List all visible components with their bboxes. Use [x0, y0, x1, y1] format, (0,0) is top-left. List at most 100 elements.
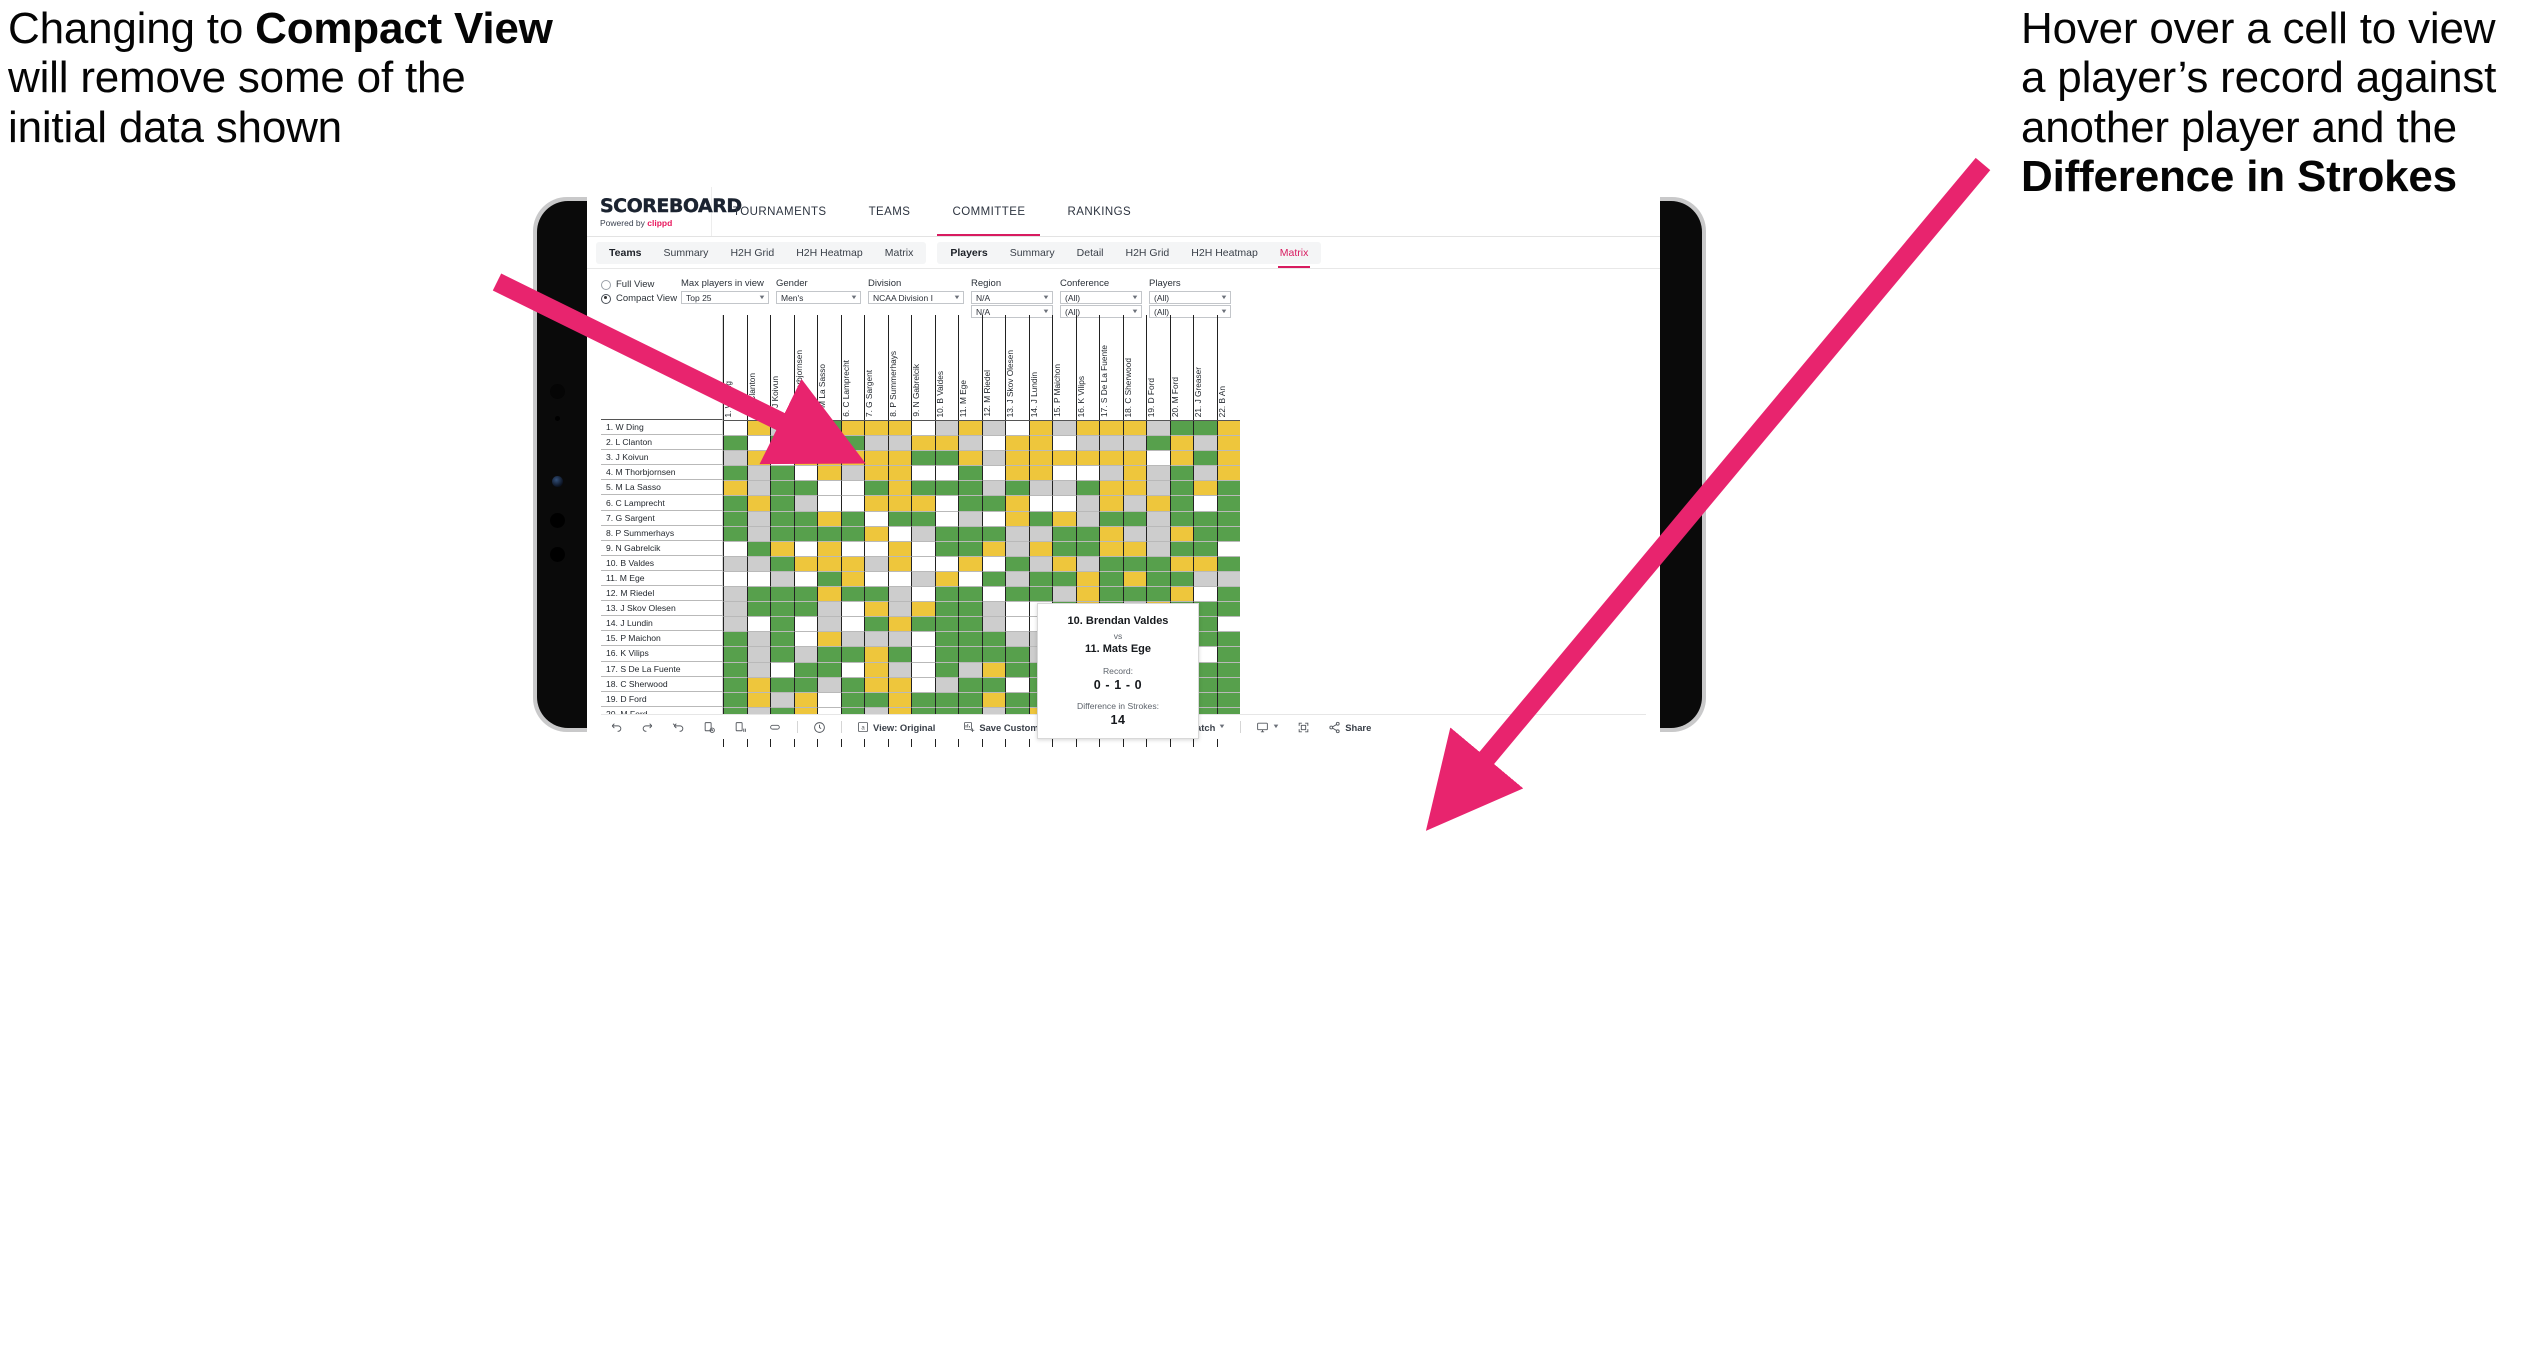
matrix-cell[interactable]: [981, 466, 1005, 482]
matrix-cell[interactable]: [887, 526, 911, 542]
matrix-cell[interactable]: [1052, 466, 1076, 482]
matrix-column-header[interactable]: 16. K Vilips: [1075, 315, 1100, 420]
matrix-cell[interactable]: [793, 451, 817, 467]
matrix-cell[interactable]: [1169, 451, 1193, 467]
matrix-cell[interactable]: [793, 541, 817, 557]
matrix-cell[interactable]: [1216, 677, 1240, 693]
matrix-cell[interactable]: [981, 541, 1005, 557]
redo-button[interactable]: [632, 715, 663, 739]
matrix-cell[interactable]: [1216, 632, 1240, 648]
matrix-cell[interactable]: [723, 571, 747, 588]
matrix-cell[interactable]: [1216, 647, 1240, 663]
matrix-cell[interactable]: [793, 481, 817, 497]
chevron-down-icon[interactable]: ▼: [1042, 295, 1050, 301]
matrix-cell[interactable]: [1005, 587, 1029, 603]
matrix-cell[interactable]: [1193, 541, 1217, 557]
matrix-cell[interactable]: [981, 662, 1005, 678]
matrix-cell[interactable]: [723, 511, 747, 527]
matrix-cell[interactable]: [864, 526, 888, 542]
matrix-cell[interactable]: [887, 571, 911, 588]
matrix-cell[interactable]: [840, 556, 864, 572]
radio-compact-view[interactable]: Compact View: [601, 293, 681, 304]
matrix-cell[interactable]: [1122, 481, 1146, 497]
matrix-cell[interactable]: [1099, 436, 1123, 452]
matrix-cell[interactable]: [817, 541, 841, 557]
sub-tab-h2h-heatmap[interactable]: H2H Heatmap: [1180, 242, 1269, 264]
matrix-cell[interactable]: [934, 436, 958, 452]
matrix-cell[interactable]: [864, 541, 888, 557]
matrix-cell[interactable]: [1216, 496, 1240, 512]
matrix-cell[interactable]: [770, 481, 794, 497]
matrix-cell[interactable]: [1122, 421, 1146, 437]
matrix-cell[interactable]: [1028, 556, 1052, 572]
matrix-cell[interactable]: [1005, 451, 1029, 467]
matrix-cell[interactable]: [1075, 526, 1099, 542]
matrix-cell[interactable]: [1075, 481, 1099, 497]
matrix-cell[interactable]: [793, 602, 817, 618]
matrix-cell[interactable]: [958, 677, 982, 693]
matrix-cell[interactable]: [770, 511, 794, 527]
matrix-cell[interactable]: [1005, 511, 1029, 527]
matrix-cell[interactable]: [958, 602, 982, 618]
matrix-cell[interactable]: [958, 571, 982, 588]
matrix-cell[interactable]: [793, 556, 817, 572]
matrix-cell[interactable]: [793, 677, 817, 693]
matrix-cell[interactable]: [1216, 526, 1240, 542]
matrix-cell[interactable]: [958, 451, 982, 467]
matrix-cell[interactable]: [934, 496, 958, 512]
matrix-cell[interactable]: [864, 466, 888, 482]
matrix-cell[interactable]: [1028, 587, 1052, 603]
matrix-cell[interactable]: [1099, 466, 1123, 482]
matrix-cell[interactable]: [723, 541, 747, 557]
top-tab-committee[interactable]: COMMITTEE: [931, 187, 1046, 236]
matrix-cell[interactable]: [1075, 421, 1099, 437]
matrix-cell[interactable]: [1169, 481, 1193, 497]
matrix-cell[interactable]: [1146, 481, 1170, 497]
matrix-cell[interactable]: [958, 587, 982, 603]
matrix-cell[interactable]: [911, 451, 935, 467]
matrix-column-header[interactable]: 9. N Gabrelcik: [911, 315, 935, 420]
matrix-cell[interactable]: [770, 587, 794, 603]
matrix-cell[interactable]: [746, 677, 770, 693]
matrix-cell[interactable]: [817, 632, 841, 648]
matrix-cell[interactable]: [1216, 451, 1240, 467]
matrix-cell[interactable]: [958, 511, 982, 527]
matrix-column-header[interactable]: 2. L Clanton: [746, 315, 771, 420]
matrix-cell[interactable]: [1216, 692, 1240, 708]
matrix-cell[interactable]: [864, 662, 888, 678]
sub-tab-matrix[interactable]: Matrix: [874, 242, 925, 264]
matrix-cell[interactable]: [887, 647, 911, 663]
fullscreen-button[interactable]: [1288, 715, 1319, 739]
matrix-cell[interactable]: [1075, 511, 1099, 527]
top-tab-teams[interactable]: TEAMS: [848, 187, 932, 236]
matrix-cell[interactable]: [1169, 526, 1193, 542]
matrix-cell[interactable]: [1099, 451, 1123, 467]
matrix-row-label[interactable]: 3. J Koivun: [601, 450, 723, 466]
matrix-cell[interactable]: [840, 647, 864, 663]
matrix-cell[interactable]: [817, 662, 841, 678]
matrix-row-label[interactable]: 12. M Riedel: [601, 586, 723, 602]
matrix-column-header[interactable]: 1. W Ding: [723, 315, 747, 420]
matrix-cell[interactable]: [1052, 571, 1076, 588]
matrix-column-header[interactable]: 5. M La Sasso: [817, 315, 841, 420]
matrix-cell[interactable]: [958, 496, 982, 512]
matrix-cell[interactable]: [840, 662, 864, 678]
matrix-cell[interactable]: [887, 481, 911, 497]
matrix-cell[interactable]: [1146, 451, 1170, 467]
matrix-cell[interactable]: [723, 587, 747, 603]
sub-tab-players[interactable]: Players: [939, 242, 998, 264]
matrix-cell[interactable]: [958, 481, 982, 497]
matrix-cell[interactable]: [840, 436, 864, 452]
matrix-cell[interactable]: [1169, 466, 1193, 482]
matrix-cell[interactable]: [746, 617, 770, 633]
matrix-cell[interactable]: [911, 421, 935, 437]
matrix-cell[interactable]: [793, 571, 817, 588]
matrix-cell[interactable]: [770, 466, 794, 482]
matrix-cell[interactable]: [746, 571, 770, 588]
matrix-row-label[interactable]: 11. M Ege: [601, 570, 723, 587]
matrix-cell[interactable]: [817, 481, 841, 497]
matrix-cell[interactable]: [911, 647, 935, 663]
matrix-cell[interactable]: [1146, 541, 1170, 557]
matrix-cell[interactable]: [817, 421, 841, 437]
matrix-cell[interactable]: [981, 556, 1005, 572]
